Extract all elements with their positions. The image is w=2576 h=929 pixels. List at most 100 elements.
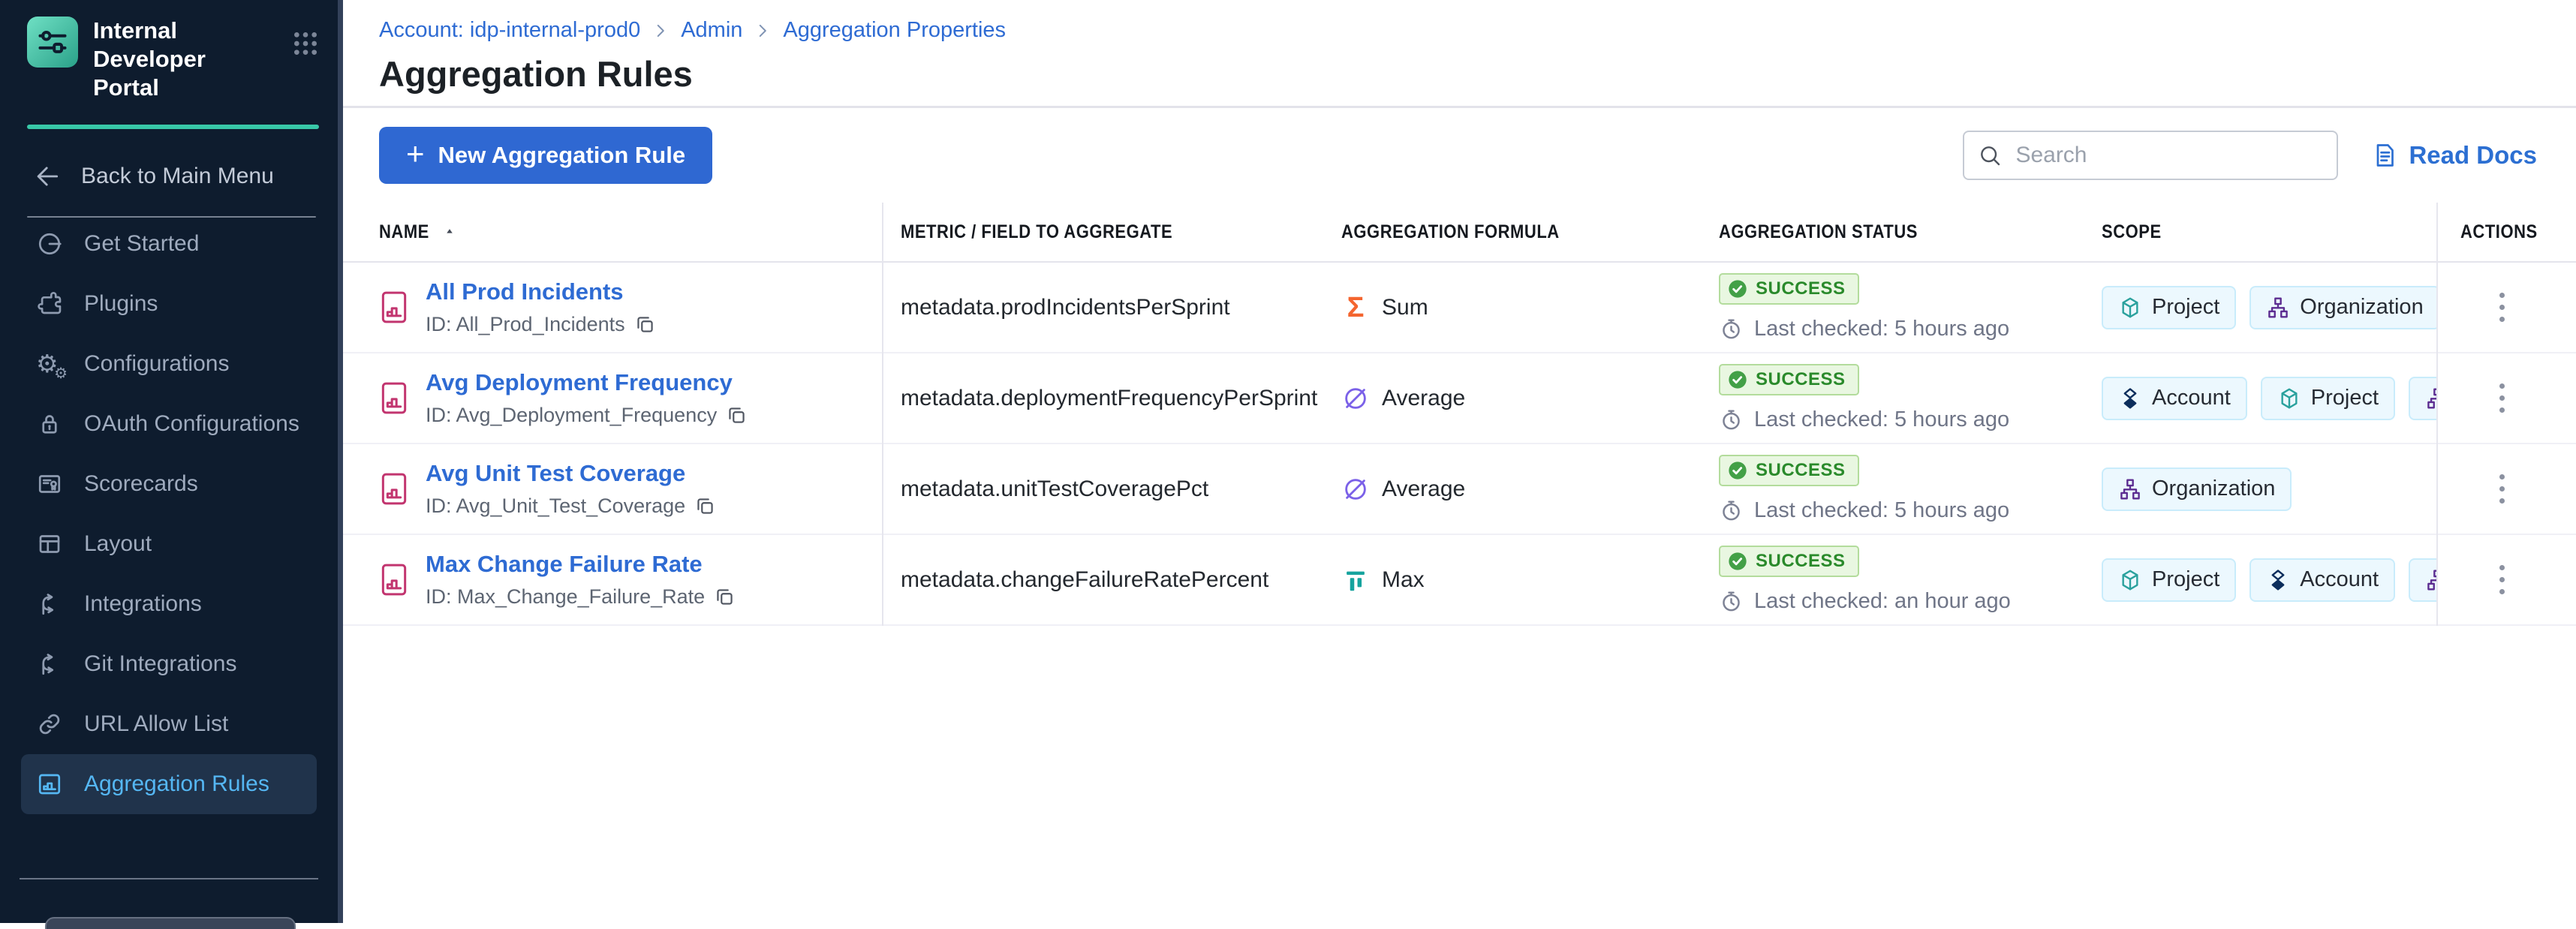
read-docs-label: Read Docs: [2409, 141, 2537, 170]
sidebar-item-url-allow-list[interactable]: URL Allow List: [0, 694, 338, 754]
scope-label: Project: [2152, 295, 2219, 320]
search-icon: [1978, 143, 2002, 167]
copy-icon[interactable]: [726, 404, 748, 426]
aggregation-rule-icon: [379, 380, 409, 416]
last-checked-text: Last checked: 5 hours ago: [1754, 317, 2009, 341]
back-label: Back to Main Menu: [81, 164, 274, 189]
sidebar-scrollbar[interactable]: [338, 0, 343, 923]
copy-icon[interactable]: [714, 586, 736, 608]
rule-id: ID: Avg_Deployment_Frequency: [426, 404, 748, 427]
breadcrumb-link[interactable]: Account: idp-internal-prod0: [379, 18, 640, 43]
table-row: Avg Unit Test Coverage ID: Avg_Unit_Test…: [343, 444, 2576, 535]
status-badge: SUCCESS: [1719, 455, 1859, 486]
sidebar-item-configurations[interactable]: ⚙⚙Configurations: [0, 334, 338, 394]
metric-field: metadata.prodIncidentsPerSprint: [901, 295, 1230, 320]
document-icon: [2371, 142, 2398, 169]
aggregation-rule-icon: [379, 562, 409, 597]
apps-grid-icon[interactable]: [290, 29, 320, 59]
toolbar: + New Aggregation Rule Read Docs: [343, 108, 2576, 203]
copy-icon[interactable]: [634, 314, 656, 335]
name-cell: Max Change Failure Rate ID: Max_Change_F…: [426, 551, 736, 609]
metric-field: metadata.deploymentFrequencyPerSprint: [901, 386, 1317, 410]
rule-name-link[interactable]: Avg Deployment Frequency: [426, 369, 733, 395]
check-icon: [1727, 551, 1748, 572]
max-icon: [1341, 566, 1370, 594]
rule-name-link[interactable]: Max Change Failure Rate: [426, 551, 703, 577]
sidebar-item-get-started[interactable]: Get Started: [0, 214, 338, 274]
read-docs-link[interactable]: Read Docs: [2371, 141, 2537, 170]
scope-chip-organization: Organization: [2409, 558, 2436, 602]
scope-cell: AccountProjectOrganization: [2102, 377, 2436, 420]
status-text: SUCCESS: [1756, 551, 1846, 572]
project-icon: [2118, 296, 2142, 320]
column-header-metric: METRIC / FIELD TO AGGREGATE: [882, 221, 1341, 243]
kebab-menu-button[interactable]: [2493, 559, 2511, 600]
organization-icon: [2266, 296, 2290, 320]
clock-icon: [1719, 498, 1744, 523]
project-icon: [2277, 386, 2301, 410]
rule-name-link[interactable]: All Prod Incidents: [426, 278, 624, 305]
scorecards-icon: [36, 471, 63, 498]
account-icon: [2118, 386, 2142, 410]
scope-cell: Project Organization: [2102, 286, 2436, 329]
table-header: NAME METRIC / FIELD TO AGGREGATE AGGREGA…: [343, 203, 2576, 263]
sidebar-item-plugins[interactable]: Plugins: [0, 274, 338, 334]
kebab-menu-button[interactable]: [2493, 468, 2511, 510]
formula-label: Average: [1382, 477, 1465, 502]
column-divider: [882, 203, 883, 626]
scope-chip-account: Account: [2249, 558, 2395, 602]
sidebar-item-aggregation-rules[interactable]: Aggregation Rules: [21, 754, 317, 814]
aggregation-rule-icon: [379, 290, 409, 325]
back-to-main-menu[interactable]: Back to Main Menu: [0, 129, 343, 191]
sidebar-item-integrations[interactable]: Integrations: [0, 574, 338, 634]
average-icon: [1341, 475, 1370, 504]
copy-icon[interactable]: [694, 495, 716, 517]
sidebar-item-label: Integrations: [84, 591, 202, 617]
rule-id-text: ID: Max_Change_Failure_Rate: [426, 585, 705, 609]
sidebar-item-label: Aggregation Rules: [84, 771, 269, 797]
kebab-menu-button[interactable]: [2493, 377, 2511, 419]
organization-icon: [2118, 477, 2142, 501]
column-header-name[interactable]: NAME: [343, 221, 882, 243]
clock-icon: [1719, 407, 1744, 432]
search-input[interactable]: [2014, 142, 2323, 169]
rule-id: ID: All_Prod_Incidents: [426, 313, 656, 336]
sidebar-bottom-divider: [20, 878, 318, 879]
scope-chip-organization: Organization: [2409, 377, 2436, 420]
sidebar-footer-item[interactable]: [45, 917, 296, 929]
sort-ascending-icon: [442, 224, 457, 239]
scope-chip-account: Account: [2102, 377, 2247, 420]
sidebar: Internal Developer Portal Back to Main M…: [0, 0, 343, 923]
breadcrumb: Account: idp-internal-prod0 Admin Aggregat…: [343, 0, 2576, 43]
sidebar-item-label: URL Allow List: [84, 711, 228, 737]
scope-label: Account: [2300, 567, 2379, 592]
sidebar-item-layout[interactable]: Layout: [0, 514, 338, 574]
rule-id: ID: Max_Change_Failure_Rate: [426, 585, 736, 609]
sidebar-item-scorecards[interactable]: Scorecards: [0, 454, 338, 514]
table-row: Max Change Failure Rate ID: Max_Change_F…: [343, 535, 2576, 626]
clock-icon: [1719, 317, 1744, 341]
status-text: SUCCESS: [1756, 460, 1846, 481]
rule-id: ID: Avg_Unit_Test_Coverage: [426, 495, 716, 518]
search-box[interactable]: [1963, 131, 2338, 180]
last-checked: Last checked: an hour ago: [1719, 589, 2011, 614]
check-icon: [1727, 369, 1748, 390]
rule-id-text: ID: Avg_Deployment_Frequency: [426, 404, 717, 427]
sigma-icon: Σ: [1341, 293, 1370, 322]
rule-name-link[interactable]: Avg Unit Test Coverage: [426, 460, 685, 486]
breadcrumb-link[interactable]: Admin: [681, 18, 742, 43]
table-row: All Prod Incidents ID: All_Prod_Incident…: [343, 263, 2576, 353]
sidebar-item-label: OAuth Configurations: [84, 411, 299, 437]
sidebar-item-git-integrations[interactable]: Git Integrations: [0, 634, 338, 694]
scope-cell: Project Account Organization: [2102, 558, 2436, 602]
kebab-menu-button[interactable]: [2493, 287, 2511, 328]
sidebar-item-oauth-configurations[interactable]: OAuth Configurations: [0, 394, 338, 454]
scope-label: Account: [2152, 386, 2231, 410]
sidebar-item-label: Scorecards: [84, 471, 198, 497]
new-rule-label: New Aggregation Rule: [438, 142, 686, 169]
scope-label: Organization: [2300, 295, 2423, 320]
scope-chip-project: Project: [2102, 558, 2236, 602]
new-aggregation-rule-button[interactable]: + New Aggregation Rule: [379, 127, 712, 184]
get-started-icon: [36, 230, 63, 257]
breadcrumb-link[interactable]: Aggregation Properties: [783, 18, 1006, 43]
